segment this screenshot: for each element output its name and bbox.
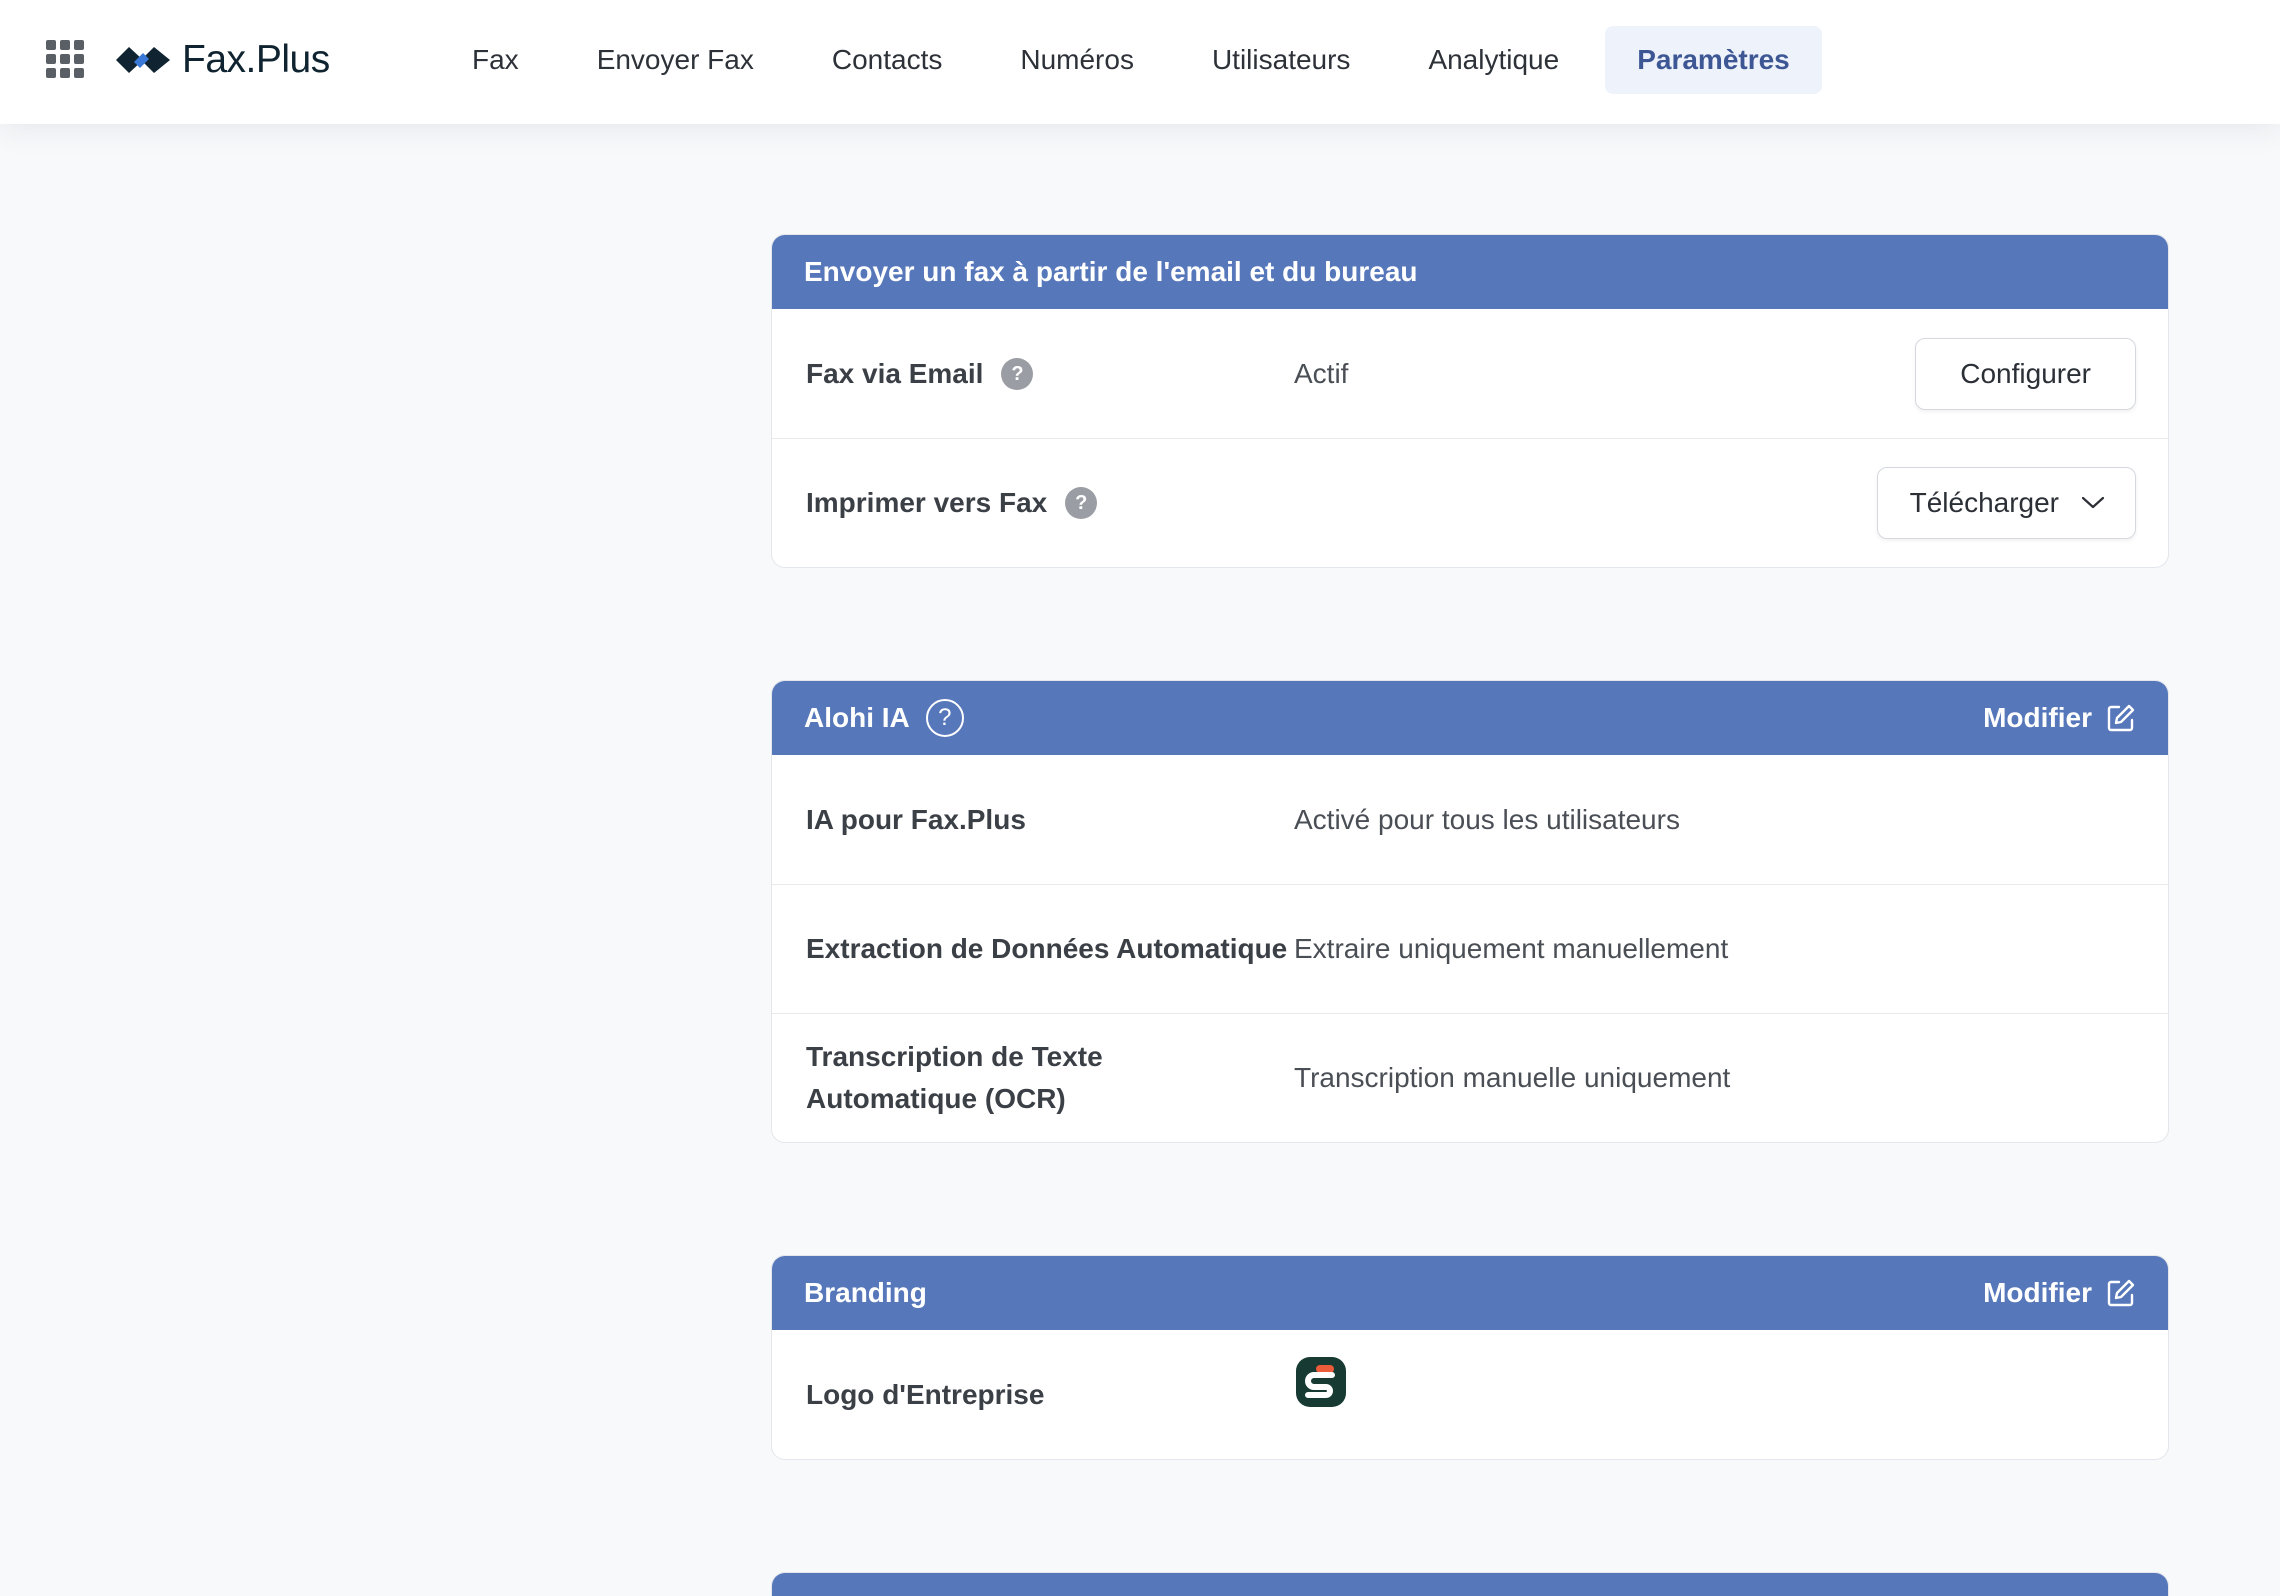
- row-value: [1294, 1357, 2136, 1416]
- next-settings-card: [771, 1572, 2169, 1596]
- send-fax-settings-card: Envoyer un fax à partir de l'email et du…: [771, 234, 2169, 568]
- help-icon[interactable]: ?: [1065, 487, 1098, 519]
- nav-fax[interactable]: Fax: [440, 26, 551, 94]
- download-button-label: Télécharger: [1909, 487, 2059, 518]
- branding-settings-card: Branding Modifier Logo d'Entreprise: [771, 1255, 2169, 1460]
- help-icon[interactable]: ?: [925, 699, 964, 737]
- nav-users[interactable]: Utilisateurs: [1180, 26, 1382, 94]
- row-label: Extraction de Données Automatique: [806, 933, 1288, 964]
- card-title: Branding: [804, 1277, 927, 1308]
- row-value: Transcription manuelle uniquement: [1294, 1062, 1731, 1093]
- edit-label: Modifier: [1983, 1277, 2092, 1308]
- row-label: Logo d'Entreprise: [806, 1378, 1045, 1410]
- settings-row-fax-via-email: Fax via Email ? Actif Configurer: [772, 309, 2168, 438]
- nav-send-fax[interactable]: Envoyer Fax: [565, 26, 786, 94]
- settings-row-print-to-fax: Imprimer vers Fax ? Télécharger: [772, 438, 2168, 567]
- card-header: Branding Modifier: [772, 1256, 2168, 1330]
- card-title: Envoyer un fax à partir de l'email et du…: [804, 256, 1418, 287]
- nav-analytics[interactable]: Analytique: [1396, 26, 1591, 94]
- app-name: Fax.Plus: [182, 38, 330, 81]
- edit-icon: [2107, 704, 2135, 732]
- row-label: IA pour Fax.Plus: [806, 803, 1026, 835]
- edit-branding-button[interactable]: Modifier: [1983, 1277, 2136, 1309]
- card-header: Envoyer un fax à partir de l'email et du…: [772, 235, 2168, 309]
- row-label-text: Imprimer vers Fax: [806, 487, 1048, 518]
- fax-plus-logo-icon: [116, 47, 170, 73]
- row-value: Extraire uniquement manuellement: [1294, 933, 1729, 964]
- settings-content: Envoyer un fax à partir de l'email et du…: [771, 234, 2169, 1596]
- edit-ai-settings-button[interactable]: Modifier: [1983, 702, 2136, 734]
- help-icon[interactable]: ?: [1001, 357, 1034, 390]
- apps-grid-icon[interactable]: [46, 40, 84, 78]
- nav-contacts[interactable]: Contacts: [800, 26, 975, 94]
- row-value: Activé pour tous les utilisateurs: [1294, 803, 1680, 835]
- nav-numbers[interactable]: Numéros: [988, 26, 1166, 94]
- card-title: Alohi IA ?: [804, 699, 964, 737]
- row-label: Imprimer vers Fax ?: [806, 482, 1294, 524]
- settings-row-auto-ocr: Transcription de Texte Automatique (OCR)…: [772, 1013, 2168, 1142]
- settings-row-ai-for-fax-plus: IA pour Fax.Plus Activé pour tous les ut…: [772, 755, 2168, 884]
- card-header: Alohi IA ? Modifier: [772, 681, 2168, 755]
- download-dropdown-button[interactable]: Télécharger: [1876, 467, 2136, 539]
- app-logo[interactable]: Fax.Plus: [114, 30, 330, 90]
- card-title-text: Alohi IA: [804, 702, 910, 733]
- row-label-text: Fax via Email: [806, 357, 984, 389]
- settings-row-company-logo: Logo d'Entreprise: [772, 1330, 2168, 1459]
- card-header: [772, 1573, 2168, 1596]
- top-navigation-bar: Fax.Plus Fax Envoyer Fax Contacts Numéro…: [0, 0, 2280, 124]
- row-value: Actif: [1294, 357, 1349, 389]
- alohi-ai-settings-card: Alohi IA ? Modifier IA pour Fax.Plus Act…: [771, 680, 2169, 1143]
- chevron-down-icon: [2081, 496, 2105, 509]
- edit-icon: [2107, 1279, 2135, 1307]
- row-label: Fax via Email ?: [806, 353, 1294, 395]
- edit-label: Modifier: [1983, 702, 2092, 733]
- row-label: Transcription de Texte Automatique (OCR): [806, 1041, 1103, 1114]
- nav-settings[interactable]: Paramètres: [1605, 26, 1822, 94]
- company-logo-image: [1296, 1357, 1346, 1407]
- main-nav: Fax Envoyer Fax Contacts Numéros Utilisa…: [440, 26, 1836, 94]
- settings-row-auto-data-extraction: Extraction de Données Automatique Extrai…: [772, 884, 2168, 1013]
- configure-button[interactable]: Configurer: [1915, 337, 2136, 410]
